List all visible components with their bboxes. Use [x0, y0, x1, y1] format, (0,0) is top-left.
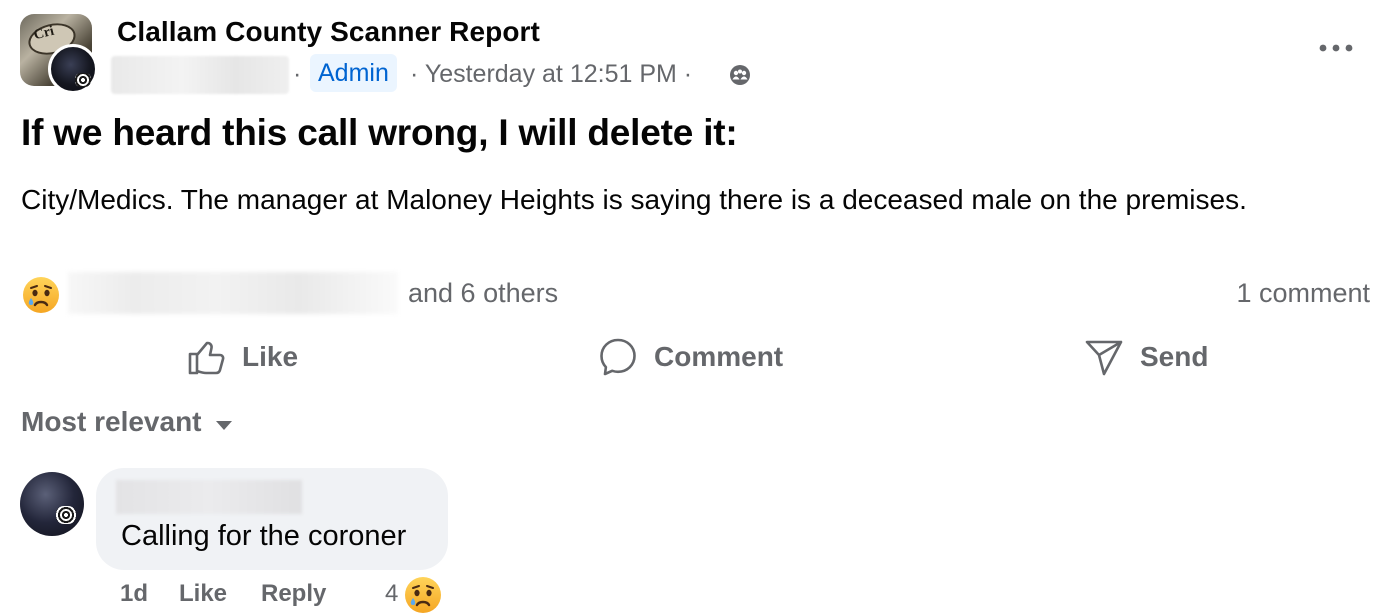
- reaction-others-text[interactable]: and 6 others: [408, 278, 558, 309]
- audience-group-icon[interactable]: [729, 64, 751, 86]
- comment-text: Calling for the coroner: [121, 520, 407, 552]
- comment-count[interactable]: 1 comment: [1236, 278, 1370, 309]
- post-timestamp[interactable]: · Yesterday at 12:51 PM ·: [410, 58, 692, 90]
- commenter-avatar[interactable]: [20, 472, 84, 536]
- comment-bubble-icon: [600, 338, 636, 376]
- crying-face-icon[interactable]: [22, 276, 60, 314]
- post-title: If we heard this call wrong, I will dele…: [21, 112, 738, 153]
- like-label: Like: [242, 341, 299, 372]
- comment-like-button[interactable]: Like: [179, 580, 227, 608]
- caret-down-icon: [215, 420, 232, 430]
- sort-label: Most relevant: [21, 406, 202, 437]
- send-icon: [1085, 340, 1123, 376]
- like-button[interactable]: Like: [186, 332, 298, 382]
- meta-separator: ·: [293, 60, 302, 88]
- comment-reaction-count[interactable]: 4: [385, 580, 398, 608]
- comment-button[interactable]: Comment: [598, 332, 783, 382]
- comment-time[interactable]: 1d: [120, 580, 148, 608]
- blurred-reactor-names: [68, 272, 398, 314]
- comment-reply-button[interactable]: Reply: [261, 580, 326, 608]
- admin-badge: Admin: [310, 54, 397, 92]
- group-name[interactable]: Clallam County Scanner Report: [117, 16, 540, 48]
- post-body: City/Medics. The manager at Maloney Heig…: [21, 184, 1247, 215]
- send-label: Send: [1140, 341, 1209, 372]
- poster-avatar[interactable]: [48, 44, 98, 94]
- blurred-poster-name: [111, 56, 289, 94]
- more-options-icon[interactable]: [1317, 38, 1355, 58]
- comment-sort-dropdown[interactable]: Most relevant: [21, 406, 232, 438]
- blurred-commenter-name: [116, 480, 302, 514]
- send-button[interactable]: Send: [1084, 332, 1208, 382]
- avatar-pattern: [75, 73, 91, 87]
- thumbs-up-icon: [188, 341, 225, 375]
- avatar-pattern: [56, 506, 76, 524]
- crying-face-icon[interactable]: [404, 576, 442, 614]
- comment-label: Comment: [654, 341, 784, 372]
